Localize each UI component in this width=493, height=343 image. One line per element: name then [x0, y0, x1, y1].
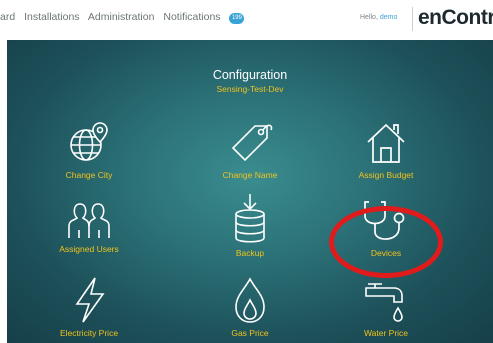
devices-highlight-circle: [329, 206, 443, 278]
page-title: Configuration: [212, 68, 288, 82]
tile-electricity-price[interactable]: Electricity Price: [29, 276, 149, 338]
tile-label: Assign Budget: [358, 170, 414, 180]
nav-item-dashboard[interactable]: ard: [0, 11, 15, 23]
tile-label: Change City: [65, 170, 113, 180]
nav-item-notifications[interactable]: Notifications 199: [163, 11, 250, 24]
flame-icon: [235, 277, 265, 323]
tile-assign-budget[interactable]: Assign Budget: [326, 120, 446, 180]
configuration-panel: Configuration Sensing-Test-Dev Change Ci…: [7, 40, 493, 343]
lightning-icon: [75, 277, 105, 323]
notification-count-badge: 199: [229, 13, 245, 24]
installation-name: Sensing-Test-Dev: [216, 84, 284, 94]
house-icon: [367, 123, 405, 163]
top-navigation-bar: ard Installations Administration Notific…: [0, 0, 493, 40]
header-divider: [412, 7, 413, 31]
tile-label: Electricity Price: [59, 328, 119, 338]
tile-gas-price[interactable]: Gas Price: [190, 276, 310, 338]
tile-backup[interactable]: Backup: [190, 192, 310, 258]
tile-change-city[interactable]: Change City: [29, 120, 149, 180]
tile-change-name[interactable]: Change Name: [190, 120, 310, 180]
nav-item-notifications-label: Notifications: [163, 11, 221, 23]
main-nav: ard Installations Administration Notific…: [0, 11, 256, 24]
tag-icon: [231, 124, 273, 162]
database-download-icon: [235, 194, 265, 243]
tile-label: Water Price: [363, 328, 409, 338]
globe-pin-icon: [70, 122, 108, 161]
tile-label: Gas Price: [231, 328, 269, 338]
brand-logo: enContro: [418, 6, 493, 29]
tile-assigned-users[interactable]: Assigned Users: [29, 200, 149, 254]
tile-label: Assigned Users: [59, 244, 119, 254]
tile-label: Backup: [235, 248, 265, 258]
nav-item-administration[interactable]: Administration: [88, 11, 155, 23]
tile-water-price[interactable]: Water Price: [326, 276, 446, 338]
users-icon: [68, 203, 110, 238]
tile-label: Change Name: [222, 170, 278, 180]
tap-icon: [365, 283, 403, 322]
user-greeting: Hello, demo: [360, 14, 397, 21]
user-name-link[interactable]: demo: [380, 14, 398, 21]
greeting-text: Hello,: [360, 14, 378, 21]
nav-item-installations[interactable]: Installations: [24, 11, 79, 23]
